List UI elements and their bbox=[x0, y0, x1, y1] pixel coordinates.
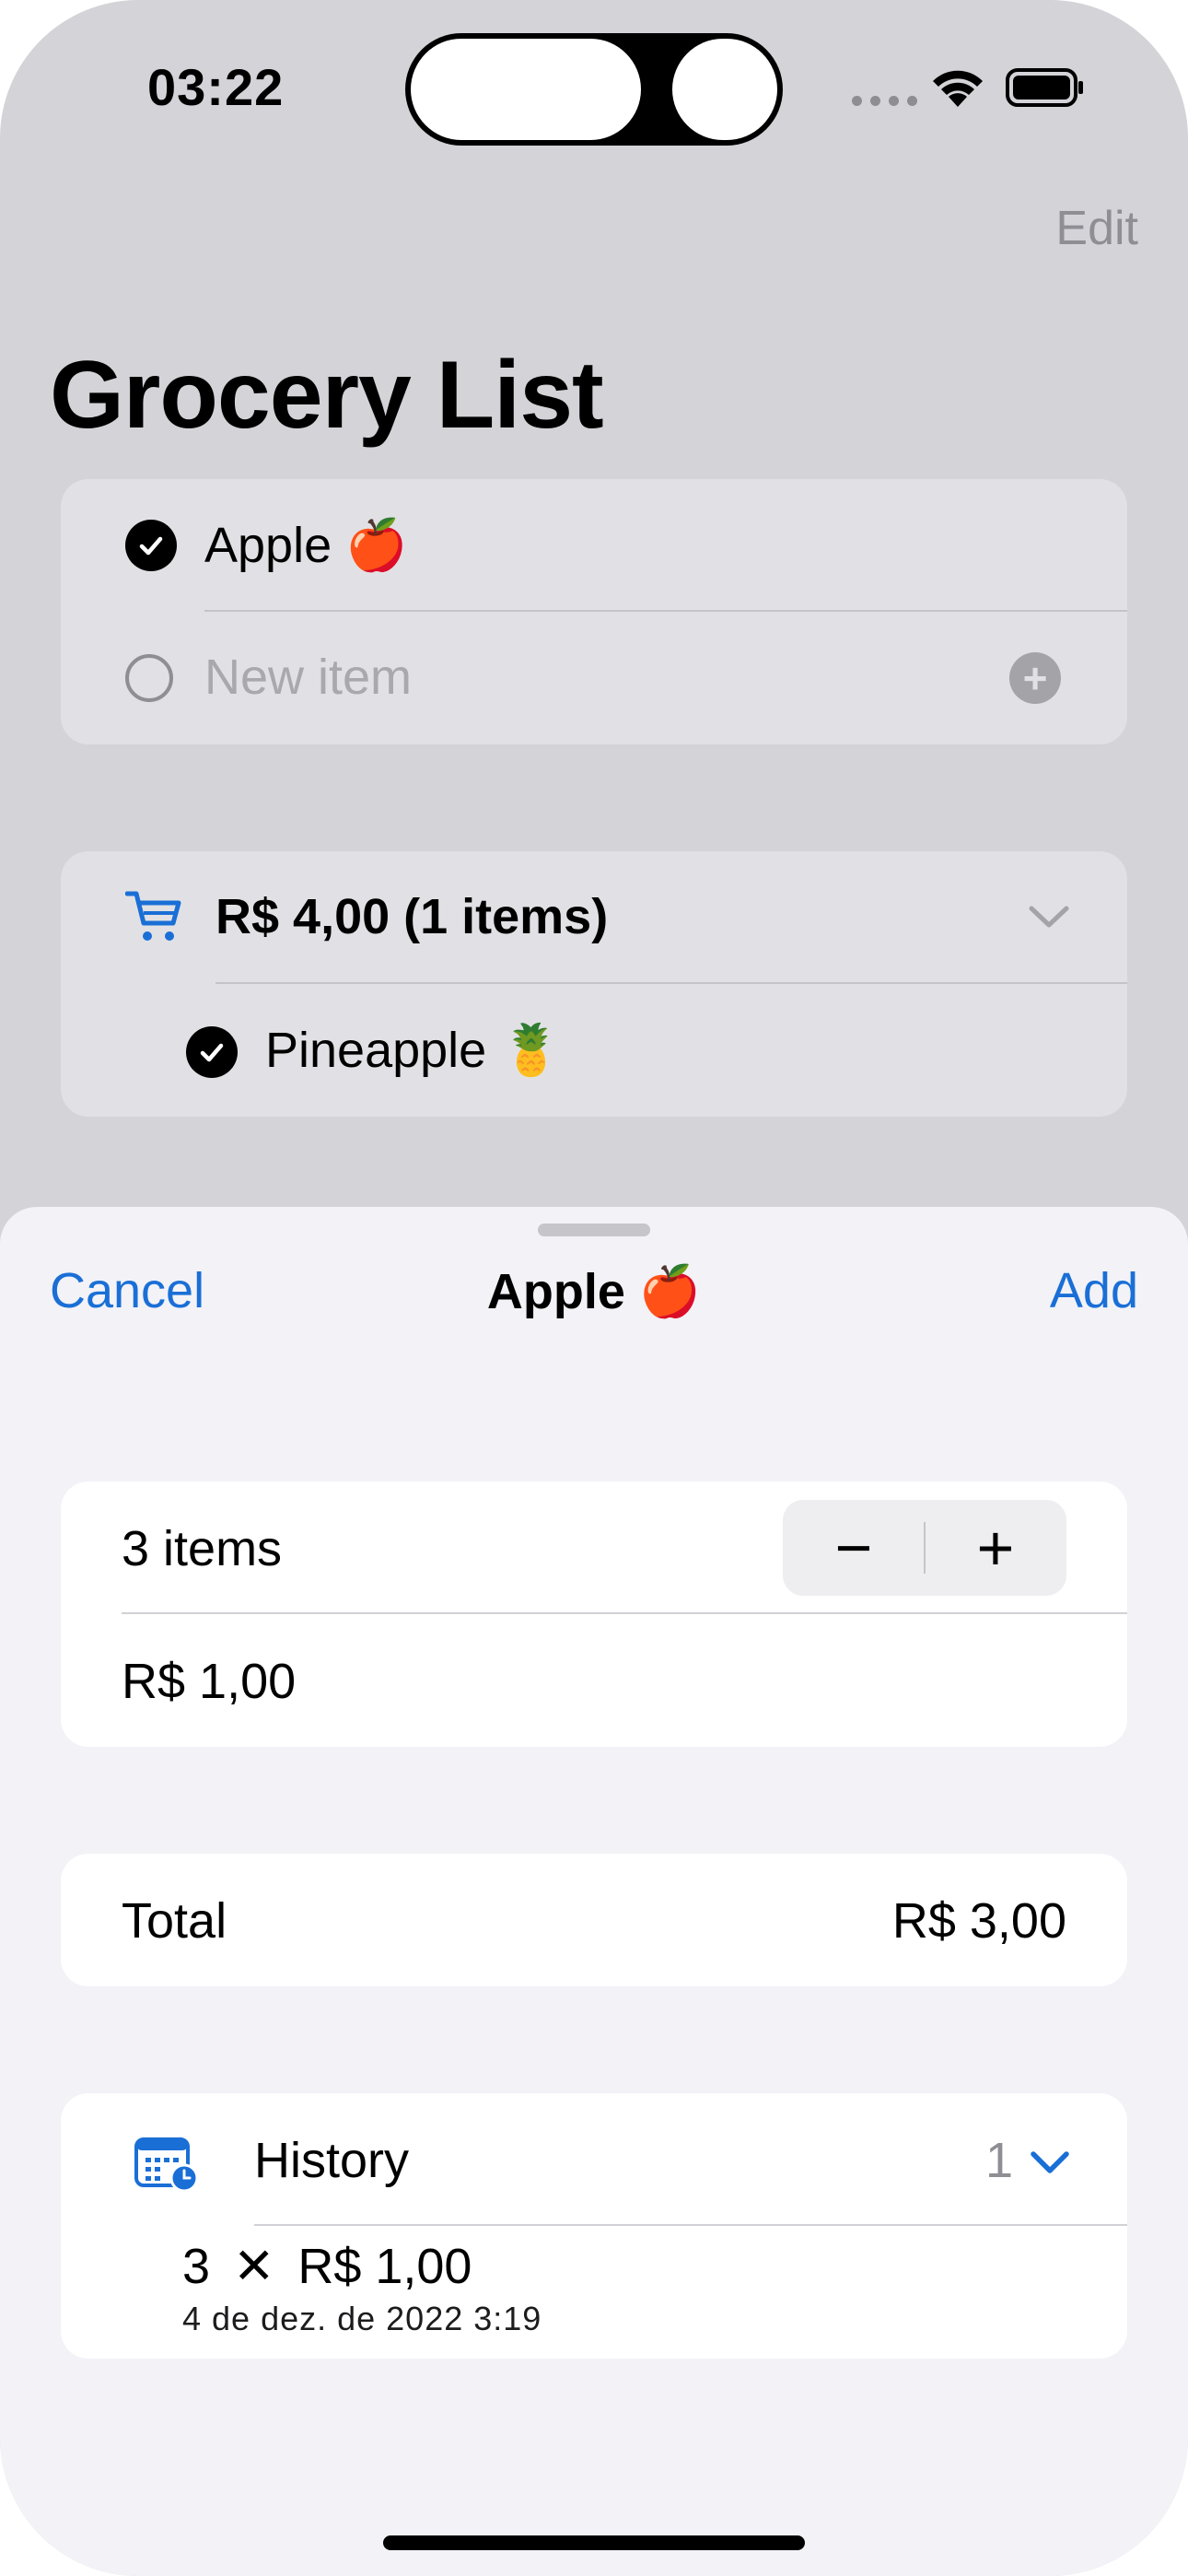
history-entry: 3 ✕ R$ 1,00 bbox=[182, 2237, 472, 2295]
decrement-button[interactable]: − bbox=[783, 1500, 925, 1596]
divider bbox=[215, 982, 1127, 984]
apple-emoji: 🍎 bbox=[638, 1262, 702, 1320]
chevron-down-icon[interactable] bbox=[1030, 2150, 1070, 2176]
list-item-label: Apple bbox=[204, 518, 332, 573]
history-entry-quantity: 3 bbox=[182, 2239, 211, 2294]
edit-button[interactable]: Edit bbox=[1055, 201, 1138, 256]
sheet-title: Apple 🍎 bbox=[0, 1262, 1188, 1321]
add-button[interactable]: Add bbox=[1050, 1262, 1138, 1319]
empty-circle-icon[interactable] bbox=[125, 654, 173, 702]
apple-emoji: 🍎 bbox=[345, 516, 408, 574]
chevron-down-icon[interactable] bbox=[1028, 905, 1070, 931]
history-count: 1 bbox=[985, 2133, 1014, 2188]
item-detail-sheet: Cancel Apple 🍎 Add 3 items − + R$ 1,00 T… bbox=[0, 1207, 1188, 2576]
quantity-stepper: − + bbox=[783, 1500, 1066, 1596]
status-time: 03:22 bbox=[147, 58, 285, 116]
battery-icon bbox=[1006, 68, 1083, 107]
device-screen: 03:22 Edit Grocery List Apple 🍎 New item… bbox=[0, 0, 1188, 2576]
total-card: Total R$ 3,00 bbox=[61, 1854, 1127, 1986]
unit-price-field[interactable]: R$ 1,00 bbox=[122, 1653, 296, 1710]
dynamic-island bbox=[405, 33, 783, 146]
times-icon: ✕ bbox=[233, 2239, 275, 2294]
sheet-title-label: Apple bbox=[486, 1264, 625, 1319]
quantity-label: 3 items bbox=[122, 1521, 283, 1576]
sheet-grabber[interactable] bbox=[538, 1224, 650, 1236]
history-card: History 1 3 ✕ R$ 1,00 4 de dez. de 2022 … bbox=[61, 2093, 1127, 2359]
calendar-clock-icon bbox=[134, 2137, 199, 2193]
checked-circle-icon[interactable] bbox=[186, 1026, 238, 1078]
history-entry-date: 4 de dez. de 2022 3:19 bbox=[182, 2300, 542, 2337]
increment-button[interactable]: + bbox=[925, 1500, 1066, 1596]
divider bbox=[254, 2224, 1127, 2226]
wifi-icon bbox=[933, 70, 983, 107]
total-value: R$ 3,00 bbox=[891, 1893, 1066, 1949]
cart-icon bbox=[125, 891, 181, 941]
total-label: Total bbox=[122, 1893, 227, 1949]
cart-item-label: Pineapple bbox=[265, 1023, 487, 1078]
divider bbox=[204, 610, 1127, 612]
add-item-icon[interactable]: + bbox=[1009, 652, 1061, 704]
new-item-input[interactable]: New item bbox=[204, 649, 412, 706]
checked-circle-icon[interactable] bbox=[125, 520, 177, 571]
pineapple-emoji: 🍍 bbox=[500, 1021, 563, 1079]
cart-card: R$ 4,00 (1 items) Pineapple 🍍 bbox=[61, 851, 1127, 1117]
quantity-card: 3 items − + R$ 1,00 bbox=[61, 1481, 1127, 1747]
cellular-signal-icon bbox=[852, 96, 917, 106]
history-label[interactable]: History bbox=[254, 2132, 409, 2189]
cart-item[interactable]: Pineapple 🍍 bbox=[265, 1021, 562, 1080]
grocery-list-card: Apple 🍎 New item + bbox=[61, 479, 1127, 744]
history-entry-price: R$ 1,00 bbox=[297, 2239, 472, 2294]
cart-summary[interactable]: R$ 4,00 (1 items) bbox=[215, 888, 608, 945]
home-indicator[interactable] bbox=[383, 2535, 805, 2550]
page-title: Grocery List bbox=[50, 342, 604, 449]
list-item[interactable]: Apple 🍎 bbox=[204, 516, 407, 575]
divider bbox=[122, 1612, 1127, 1614]
